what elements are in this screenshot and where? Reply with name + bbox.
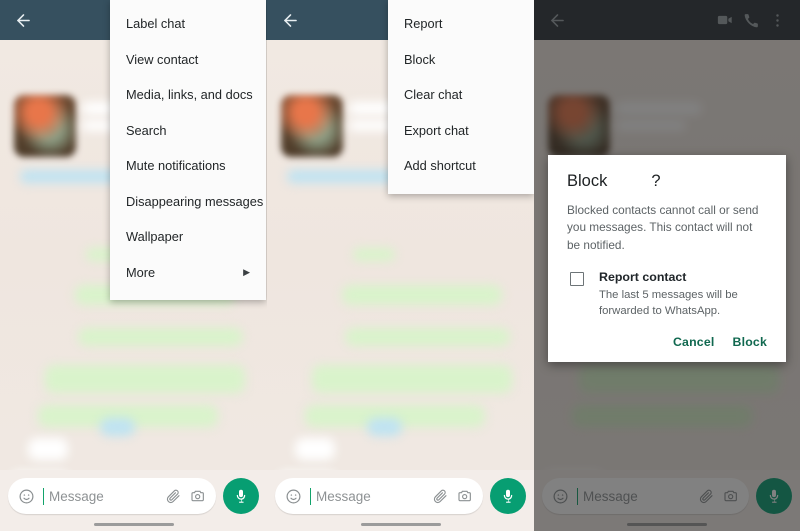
report-contact-checkbox-row[interactable]: Report contact The last 5 messages will … [567,270,767,319]
menu-item-mute-notifications[interactable]: Mute notifications [110,148,266,184]
emoji-smiley-icon[interactable] [285,488,302,505]
message-placeholder: Message [49,488,104,504]
menu-item-wallpaper[interactable]: Wallpaper [110,219,266,255]
back-arrow-icon[interactable] [10,7,36,33]
menu-item-search[interactable]: Search [110,113,266,149]
block-button[interactable]: Block [733,335,768,349]
android-gesture-nav-pill [360,523,441,526]
blurred-bubble [353,248,395,261]
report-contact-text: Report contact The last 5 messages will … [599,270,767,319]
blurred-bubble [312,365,512,393]
menu-item-block[interactable]: Block [388,42,534,78]
blurred-bubble [342,285,502,305]
android-gesture-nav-pill [93,523,174,526]
message-composer: Message [0,470,267,531]
camera-icon[interactable] [190,488,206,504]
three-panel-screenshot: Label chat View contact Media, links, an… [0,0,800,531]
panel-chat-menu: Label chat View contact Media, links, an… [0,0,267,531]
paperclip-icon[interactable] [165,488,181,504]
message-composer: Message [267,470,534,531]
menu-item-disappearing-messages[interactable]: Disappearing messages [110,184,266,220]
menu-item-more[interactable]: More ▶ [110,255,266,291]
blurred-bubble [28,438,68,460]
blurred-bubble [295,438,335,460]
dialog-title-prefix: Block [567,172,608,190]
blurred-image-message [14,95,76,157]
camera-icon[interactable] [457,488,473,504]
blurred-bubble [367,418,402,436]
report-contact-checkbox[interactable] [570,272,584,287]
report-contact-label: Report contact [599,270,687,285]
blurred-bubble [45,365,245,393]
menu-item-report[interactable]: Report [388,6,534,42]
blurred-bubble [345,328,510,346]
report-contact-description: The last 5 messages will be forwarded to… [599,289,738,318]
back-arrow-icon[interactable] [277,7,303,33]
text-cursor [43,487,44,505]
dialog-actions: Cancel Block [567,335,767,353]
menu-item-view-contact[interactable]: View contact [110,42,266,78]
message-input[interactable]: Message [8,478,216,514]
more-submenu[interactable]: Report Block Clear chat Export chat Add … [388,0,534,194]
cancel-button[interactable]: Cancel [673,335,715,349]
message-input[interactable]: Message [275,478,483,514]
chevron-right-icon: ▶ [243,266,250,277]
message-placeholder: Message [316,488,371,504]
blurred-bubble [100,418,135,436]
redacted-contact-name [611,174,647,186]
overflow-menu[interactable]: Label chat View contact Media, links, an… [110,0,266,300]
blurred-image-message [281,95,343,157]
panel-more-menu: Report Block Clear chat Export chat Add … [267,0,534,531]
menu-item-add-shortcut[interactable]: Add shortcut [388,148,534,184]
emoji-smiley-icon[interactable] [18,488,35,505]
dialog-body-text: Blocked contacts cannot call or send you… [567,203,759,252]
blurred-bubble [287,170,397,183]
dialog-title: Block ? [567,172,767,191]
voice-record-button[interactable] [490,478,526,514]
dialog-title-suffix: ? [651,172,661,190]
menu-item-media-links-docs[interactable]: Media, links, and docs [110,77,266,113]
voice-record-button[interactable] [223,478,259,514]
menu-item-label-chat[interactable]: Label chat [110,6,266,42]
paperclip-icon[interactable] [432,488,448,504]
text-cursor [310,487,311,505]
block-contact-dialog: Block ? Blocked contacts cannot call or … [548,155,786,363]
blurred-bubble [78,328,243,346]
menu-item-export-chat[interactable]: Export chat [388,113,534,149]
panel-block-dialog: Message Block ? Blocked contacts cannot … [534,0,800,531]
menu-item-clear-chat[interactable]: Clear chat [388,77,534,113]
